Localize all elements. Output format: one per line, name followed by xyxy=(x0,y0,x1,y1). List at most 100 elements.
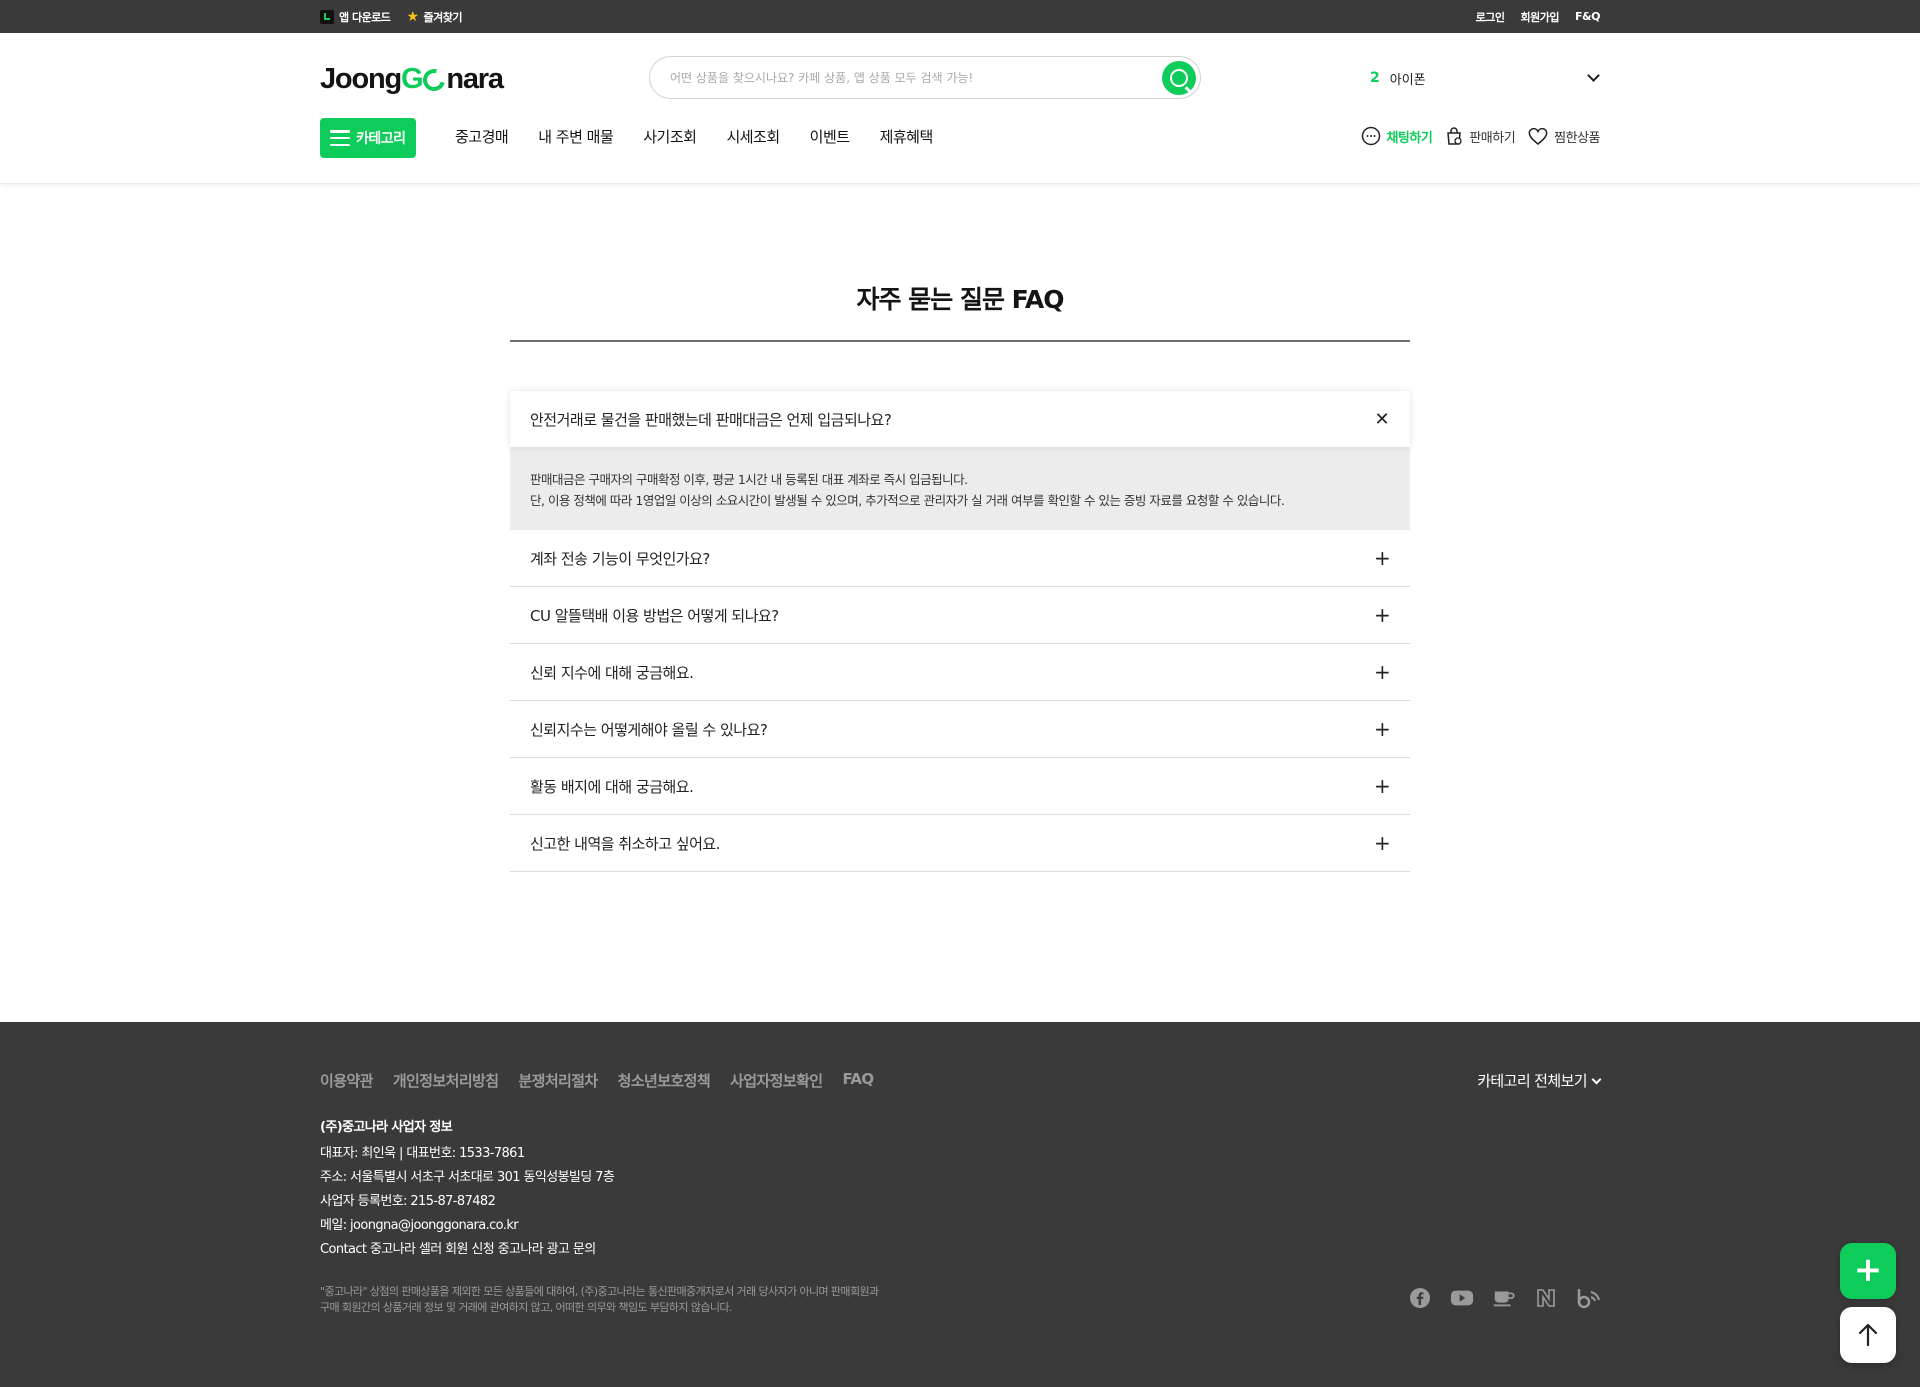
nav-auction[interactable]: 중고경매 xyxy=(455,126,509,147)
faq-item[interactable]: 신뢰지수는 어떻게해야 올릴 수 있나요? + xyxy=(510,701,1410,758)
faq-question: 신고한 내역을 취소하고 싶어요. xyxy=(530,834,720,853)
scroll-to-top-button[interactable] xyxy=(1840,1307,1896,1363)
footer-links: 이용약관 개인정보처리방침 분쟁처리절차 청소년보호정책 사업자정보확인 FAQ xyxy=(320,1070,874,1091)
search-icon xyxy=(1170,69,1188,87)
faq-question: 신뢰 지수에 대해 궁금해요. xyxy=(530,663,694,682)
site-header: JoongGnara 2 아이폰 카테고리 중고경매 내 주변 매물 사기조회 … xyxy=(0,33,1920,184)
faq-question: 활동 배지에 대해 궁금해요. xyxy=(530,777,694,796)
page-title: 자주 묻는 질문 FAQ xyxy=(856,285,1065,314)
plus-icon: + xyxy=(1374,774,1391,798)
signup-link[interactable]: 회원가입 xyxy=(1521,9,1560,25)
app-download-icon xyxy=(320,9,334,24)
logo-mark-icon xyxy=(419,64,450,95)
cafe-icon[interactable] xyxy=(1492,1286,1516,1310)
contact-line: Contact 중고나라 셀러 회원 신청 중고나라 광고 문의 xyxy=(320,1238,614,1262)
faq-item[interactable]: 신고한 내역을 취소하고 싶어요. + xyxy=(510,815,1410,872)
chat-icon xyxy=(1362,126,1381,146)
plus-icon: + xyxy=(1853,1249,1883,1290)
contact-label: Contact xyxy=(320,1242,367,1257)
star-icon: ★ xyxy=(406,8,419,25)
site-footer: 이용약관 개인정보처리방침 분쟁처리절차 청소년보호정책 사업자정보확인 FAQ… xyxy=(0,1022,1920,1387)
company-title: (주)중고나라 사업자 정보 xyxy=(320,1120,453,1135)
plus-icon: + xyxy=(1374,717,1391,741)
faq-item[interactable]: CU 알뜰택배 이용 방법은 어떻게 되나요? + xyxy=(510,587,1410,644)
login-link[interactable]: 로그인 xyxy=(1476,9,1505,25)
search-button[interactable] xyxy=(1162,61,1196,95)
footer-link-privacy[interactable]: 개인정보처리방침 xyxy=(393,1070,499,1091)
category-button-label: 카테고리 xyxy=(356,131,406,147)
nav-price-check[interactable]: 시세조회 xyxy=(726,126,780,147)
add-listing-button[interactable]: + xyxy=(1840,1243,1896,1299)
company-info: (주)중고나라 사업자 정보 대표자: 최인욱 | 대표번호: 1533-786… xyxy=(320,1116,615,1262)
faq-question: 계좌 전송 기능이 무엇인가요? xyxy=(530,549,710,568)
trending-keyword: 아이폰 xyxy=(1389,72,1426,88)
footer-link-faq[interactable]: FAQ xyxy=(842,1070,874,1091)
heart-icon xyxy=(1528,127,1548,145)
main-nav: 중고경매 내 주변 매물 사기조회 시세조회 이벤트 제휴혜택 xyxy=(455,126,933,147)
seller-signup-link[interactable]: 중고나라 셀러 회원 신청 xyxy=(370,1242,495,1257)
nav-nearby[interactable]: 내 주변 매물 xyxy=(538,126,614,147)
arrow-up-icon xyxy=(1858,1323,1878,1347)
chat-button[interactable]: 채팅하기 xyxy=(1361,126,1433,146)
youtube-icon[interactable] xyxy=(1450,1286,1474,1310)
faq-question: 안전거래로 물건을 판매했는데 판매대금은 언제 입금되나요? xyxy=(530,410,892,429)
nav-fraud-check[interactable]: 사기조회 xyxy=(643,126,697,147)
category-all-dropdown[interactable]: 카테고리 전체보기 xyxy=(1477,1070,1602,1091)
faq-question: CU 알뜰택배 이용 방법은 어떻게 되나요? xyxy=(530,606,779,625)
hamburger-icon xyxy=(330,130,350,146)
naver-icon[interactable] xyxy=(1534,1286,1558,1310)
trending-rank: 2 xyxy=(1370,70,1380,86)
search-input[interactable] xyxy=(670,70,1150,85)
blog-icon[interactable] xyxy=(1576,1286,1600,1310)
ad-inquiry-link[interactable]: 중고나라 광고 문의 xyxy=(498,1242,597,1257)
company-line: 주소: 서울특별시 서초구 서초대로 301 동익성봉빌딩 7층 xyxy=(320,1170,615,1185)
nav-benefits[interactable]: 제휴혜택 xyxy=(880,126,934,147)
wishlist-button[interactable]: 찜한상품 xyxy=(1527,126,1600,146)
faq-answer-line: 단, 이용 정책에 따라 1영업일 이상의 소요시간이 발생될 수 있으며, 추… xyxy=(530,493,1285,508)
app-download-link[interactable]: 앱 다운로드 xyxy=(320,9,391,25)
footer-link-business-info[interactable]: 사업자정보확인 xyxy=(730,1070,823,1091)
search-bar xyxy=(649,56,1201,99)
plus-icon: + xyxy=(1374,603,1391,627)
joonggonara-logo[interactable]: Joong Gnara xyxy=(320,63,504,96)
category-button[interactable]: 카테고리 xyxy=(320,118,416,158)
faq-answer: 판매대금은 구매자의 구매확정 이후, 평균 1시간 내 등록된 대표 계좌로 … xyxy=(510,447,1410,530)
faq-item[interactable]: 신뢰 지수에 대해 궁금해요. + xyxy=(510,644,1410,701)
top-utility-bar: 앱 다운로드 ★ 즐겨찾기 로그인 회원가입 F&Q xyxy=(0,0,1920,33)
chevron-down-icon xyxy=(1587,69,1600,82)
wishlist-label: 찜한상품 xyxy=(1554,130,1600,146)
company-line: 대표자: 최인욱 | 대표번호: 1533-7861 xyxy=(320,1146,525,1161)
bookmark-link[interactable]: ★ 즐겨찾기 xyxy=(406,9,462,25)
sell-button[interactable]: 판매하기 xyxy=(1444,126,1516,146)
app-download-label: 앱 다운로드 xyxy=(339,10,391,24)
company-line: 사업자 등록번호: 215-87-87482 xyxy=(320,1194,496,1209)
category-all-label: 카테고리 전체보기 xyxy=(1477,1072,1587,1090)
faq-question: 신뢰지수는 어떻게해야 올릴 수 있나요? xyxy=(530,720,768,739)
footer-link-dispute[interactable]: 분쟁처리절차 xyxy=(518,1070,598,1091)
header-actions: 채팅하기 판매하기 찜한상품 xyxy=(1361,126,1600,146)
trending-keyword-dropdown[interactable]: 2 아이폰 xyxy=(1370,66,1602,90)
faq-answer-line: 판매대금은 구매자의 구매확정 이후, 평균 1시간 내 등록된 대표 계좌로 … xyxy=(530,472,968,487)
faq-item[interactable]: 활동 배지에 대해 궁금해요. + xyxy=(510,758,1410,815)
shopping-bag-icon xyxy=(1447,127,1462,145)
chat-label: 채팅하기 xyxy=(1386,130,1433,146)
plus-icon: + xyxy=(1374,660,1391,684)
nav-event[interactable]: 이벤트 xyxy=(810,126,850,147)
footer-link-terms[interactable]: 이용약관 xyxy=(320,1070,373,1091)
title-divider xyxy=(510,340,1410,342)
chevron-down-icon xyxy=(1591,1074,1602,1084)
social-links xyxy=(1408,1286,1600,1310)
close-icon[interactable]: ✕ xyxy=(1374,409,1390,430)
faq-link[interactable]: F&Q xyxy=(1575,10,1600,23)
faq-item[interactable]: 계좌 전송 기능이 무엇인가요? + xyxy=(510,530,1410,587)
faq-list: 안전거래로 물건을 판매했는데 판매대금은 언제 입금되나요? ✕ 판매대금은 … xyxy=(510,391,1410,872)
plus-icon: + xyxy=(1374,831,1391,855)
faq-item-open[interactable]: 안전거래로 물건을 판매했는데 판매대금은 언제 입금되나요? ✕ xyxy=(510,391,1410,447)
plus-icon: + xyxy=(1374,546,1391,570)
bookmark-label: 즐겨찾기 xyxy=(423,10,463,24)
footer-link-youth[interactable]: 청소년보호정책 xyxy=(618,1070,711,1091)
sell-label: 판매하기 xyxy=(1469,130,1516,146)
footer-disclaimer: "중고나라" 상점의 판매상품을 제외한 모든 상품들에 대하여, (주)중고나… xyxy=(320,1285,879,1314)
company-line: 메일: joongna@joonggonara.co.kr xyxy=(320,1218,519,1233)
facebook-icon[interactable] xyxy=(1408,1286,1432,1310)
